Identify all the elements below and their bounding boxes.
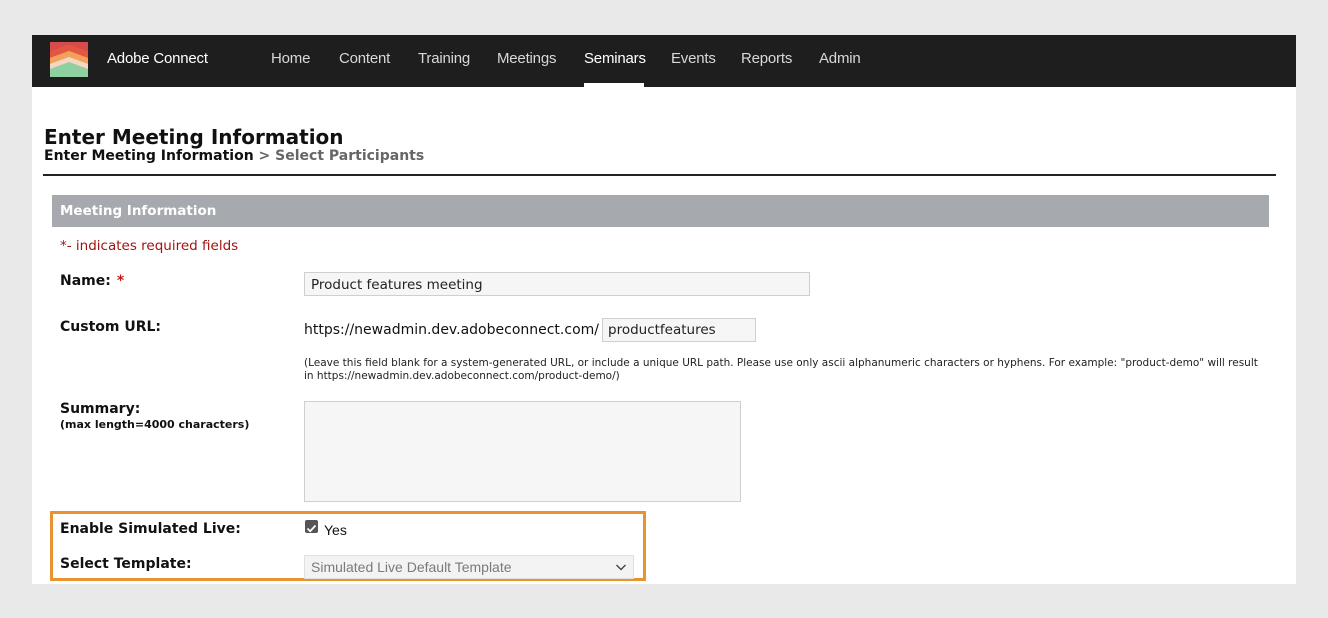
required-fields-note: *- indicates required fields bbox=[60, 238, 239, 254]
summary-label: Summary: bbox=[60, 401, 141, 417]
page-title: Enter Meeting Information bbox=[44, 125, 344, 149]
select-template-label: Select Template: bbox=[60, 556, 192, 572]
brand-name: Adobe Connect bbox=[107, 50, 208, 67]
custom-url-help-text: (Leave this field blank for a system-gen… bbox=[304, 357, 1258, 382]
breadcrumb-separator: > bbox=[258, 148, 271, 164]
required-star: * bbox=[116, 273, 125, 289]
breadcrumb-next-step: Select Participants bbox=[275, 148, 425, 164]
custom-url-label: Custom URL: bbox=[60, 319, 162, 335]
breadcrumb: Enter Meeting Information > Select Parti… bbox=[44, 148, 424, 164]
summary-max-length-hint: (max length=4000 characters) bbox=[60, 418, 250, 431]
nav-home[interactable]: Home bbox=[271, 50, 310, 67]
nav-training[interactable]: Training bbox=[418, 50, 470, 67]
active-tab-indicator bbox=[584, 83, 644, 87]
simulated-live-checkbox[interactable] bbox=[305, 520, 318, 533]
simulated-live-label: Enable Simulated Live: bbox=[60, 521, 241, 537]
nav-reports[interactable]: Reports bbox=[741, 50, 792, 67]
top-navigation-bar: Adobe Connect Home Content Training Meet… bbox=[32, 35, 1296, 87]
chevron-down-icon bbox=[616, 564, 626, 571]
nav-content[interactable]: Content bbox=[339, 50, 390, 67]
nav-events[interactable]: Events bbox=[671, 50, 716, 67]
simulated-live-yes-label[interactable]: Yes bbox=[324, 522, 347, 538]
template-selected-value: Simulated Live Default Template bbox=[311, 559, 512, 575]
nav-meetings[interactable]: Meetings bbox=[497, 50, 556, 67]
app-window: Adobe Connect Home Content Training Meet… bbox=[32, 35, 1296, 584]
summary-textarea[interactable] bbox=[304, 401, 741, 502]
checkmark-icon bbox=[306, 524, 317, 533]
nav-admin[interactable]: Admin bbox=[819, 50, 861, 67]
adobe-connect-logo-icon bbox=[50, 42, 88, 77]
name-label: Name: * bbox=[60, 273, 124, 289]
custom-url-prefix: https://newadmin.dev.adobeconnect.com/ bbox=[304, 322, 599, 338]
nav-seminars[interactable]: Seminars bbox=[584, 50, 646, 67]
name-input[interactable]: Product features meeting bbox=[304, 272, 810, 296]
heading-divider bbox=[43, 174, 1276, 176]
template-select[interactable]: Simulated Live Default Template bbox=[304, 555, 634, 579]
name-label-text: Name: bbox=[60, 273, 111, 289]
custom-url-input[interactable]: productfeatures bbox=[602, 318, 756, 342]
breadcrumb-current: Enter Meeting Information bbox=[44, 148, 254, 164]
section-header: Meeting Information bbox=[52, 195, 1269, 227]
